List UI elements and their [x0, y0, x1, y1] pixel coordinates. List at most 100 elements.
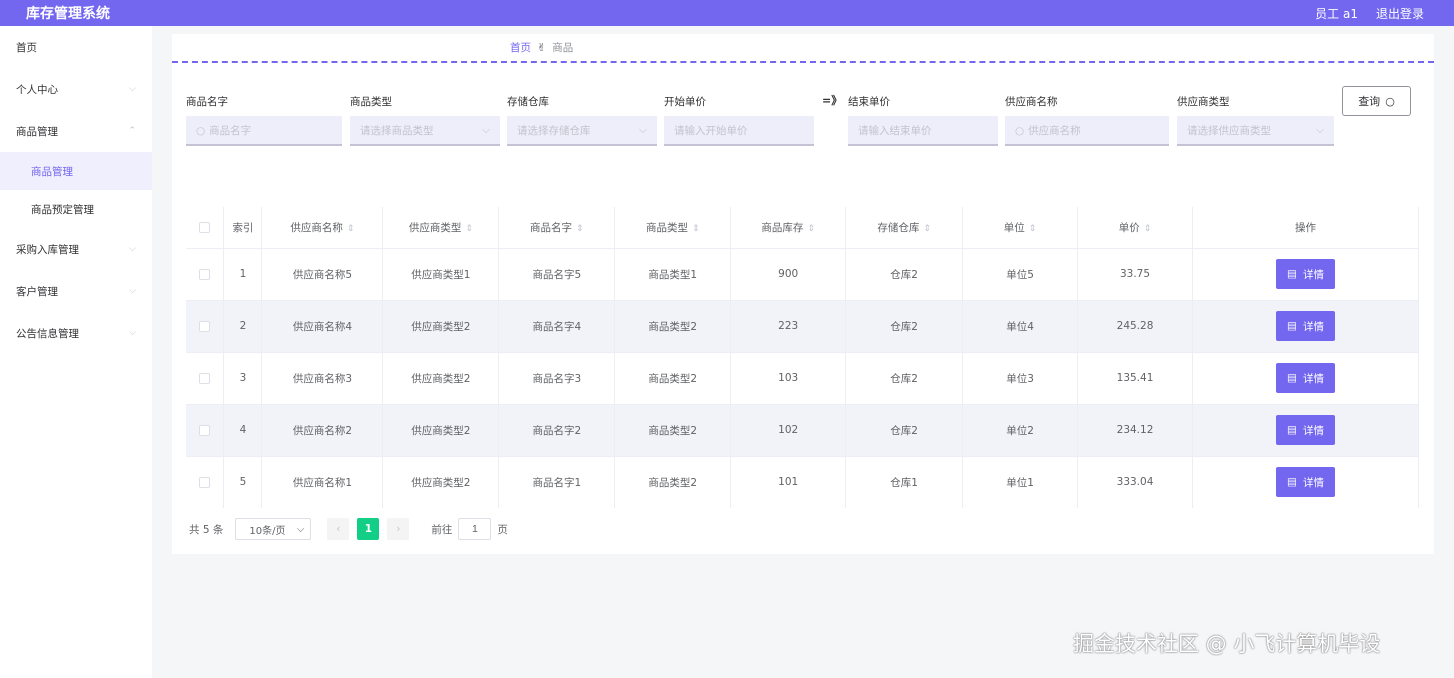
- supplier-name-input[interactable]: ○ 供应商名称: [1005, 116, 1169, 146]
- warehouse-label: 存储仓库: [507, 96, 549, 108]
- column-header-label: 供应商类型: [408, 221, 462, 234]
- user-name[interactable]: 员工 a1: [1315, 5, 1358, 22]
- row-checkbox[interactable]: [186, 299, 225, 352]
- goto-page-input[interactable]: [458, 518, 492, 540]
- column-header[interactable]: 供应商类型 ⇕: [382, 207, 500, 248]
- cell-unit: 单位4: [962, 299, 1079, 352]
- end-price-placeholder: 请输入结束单价: [858, 124, 932, 137]
- product-type-select[interactable]: 请选择商品类型 ⌵: [350, 116, 500, 146]
- supplier-name-label: 供应商名称: [1005, 96, 1058, 108]
- chevron-down-icon: ⌵: [129, 286, 136, 296]
- row-checkbox[interactable]: [186, 351, 225, 404]
- chevron-down-icon: ⌵: [296, 523, 305, 535]
- sidebar-item-customer-management[interactable]: 客户管理 ⌵: [0, 270, 152, 312]
- checkbox-icon: [199, 476, 211, 488]
- start-price-input[interactable]: 请输入开始单价: [664, 116, 814, 146]
- cell-supplier-name: 供应商名称4: [261, 299, 384, 352]
- checkbox-icon: [199, 372, 211, 384]
- cell-actions: ▤ 详情: [1192, 351, 1419, 404]
- sidebar-item-personal-center[interactable]: 个人中心 ⌵: [0, 68, 152, 110]
- query-button[interactable]: 查询 ○: [1342, 86, 1411, 116]
- cell-actions: ▤ 详情: [1192, 403, 1419, 456]
- detail-label: 详情: [1302, 320, 1324, 333]
- sort-icon[interactable]: ⇕: [923, 224, 931, 234]
- breadcrumb-home[interactable]: 首页: [510, 40, 531, 55]
- column-header[interactable]: 商品库存 ⇕: [730, 207, 847, 248]
- column-header[interactable]: 商品名字 ⇕: [498, 207, 616, 248]
- detail-button[interactable]: ▤ 详情: [1276, 259, 1335, 289]
- sort-icon[interactable]: ⇕: [1029, 224, 1037, 234]
- detail-button[interactable]: ▤ 详情: [1276, 363, 1335, 393]
- checkbox-icon: [199, 320, 211, 332]
- detail-button[interactable]: ▤ 详情: [1276, 311, 1335, 341]
- cell-actions: ▤ 详情: [1192, 299, 1419, 352]
- start-price-label: 开始单价: [664, 96, 706, 108]
- cell-price: 333.04: [1077, 455, 1193, 508]
- sidebar-item-home[interactable]: 首页: [0, 26, 152, 68]
- column-header-label: 操作: [1295, 221, 1316, 234]
- cell-supplier-name: 供应商名称1: [261, 455, 384, 508]
- cell-supplier-name: 供应商名称3: [261, 351, 384, 404]
- sort-icon[interactable]: ⇕: [576, 224, 584, 234]
- product-type-placeholder: 请选择商品类型: [360, 124, 434, 137]
- column-header[interactable]: 存储仓库 ⇕: [845, 207, 964, 248]
- chevron-up-icon: ⌃: [128, 126, 136, 136]
- supplier-type-select[interactable]: 请选择供应商类型 ⌵: [1177, 116, 1334, 146]
- sort-icon[interactable]: ⇕: [1144, 224, 1152, 234]
- cell-stock: 900: [730, 247, 847, 300]
- sidebar-item-purchase-stock-in[interactable]: 采购入库管理 ⌵: [0, 228, 152, 270]
- sidebar-subitem-product-reservation[interactable]: 商品预定管理: [0, 190, 152, 228]
- column-header[interactable]: 单价 ⇕: [1077, 207, 1193, 248]
- detail-button[interactable]: ▤ 详情: [1276, 415, 1335, 445]
- warehouse-select[interactable]: 请选择存储仓库 ⌵: [507, 116, 657, 146]
- column-header-label: 单位: [1003, 221, 1025, 234]
- chevron-right-icon: ›: [396, 523, 401, 535]
- sidebar-item-label: 商品管理: [31, 165, 73, 178]
- sidebar-item-announcement[interactable]: 公告信息管理 ⌵: [0, 312, 152, 354]
- sidebar-item-label: 商品管理: [16, 125, 58, 138]
- sort-icon[interactable]: ⇕: [692, 224, 700, 234]
- sidebar-item-label: 商品预定管理: [31, 203, 94, 216]
- checkbox-icon: [199, 424, 211, 436]
- cell-warehouse: 仓库2: [845, 299, 964, 352]
- column-header[interactable]: 单位 ⇕: [962, 207, 1079, 248]
- table-row: 4 供应商名称2 供应商类型2 商品名字2 商品类型2 102 仓库2 单位2 …: [186, 403, 1419, 456]
- select-all-checkbox[interactable]: [186, 207, 225, 248]
- sidebar-item-label: 客户管理: [16, 285, 58, 298]
- page-size-select[interactable]: 10条/页 ⌵: [235, 518, 312, 540]
- next-page-button[interactable]: ›: [387, 518, 410, 540]
- row-checkbox[interactable]: [186, 455, 225, 508]
- sidebar-subitem-product-management[interactable]: 商品管理: [0, 152, 152, 190]
- page-number-current[interactable]: 1: [357, 518, 380, 540]
- sort-icon[interactable]: ⇕: [465, 224, 473, 234]
- cell-stock: 223: [730, 299, 847, 352]
- cell-product-name: 商品名字5: [498, 247, 616, 300]
- prev-page-button[interactable]: ‹: [327, 518, 350, 540]
- row-checkbox[interactable]: [186, 403, 225, 456]
- chevron-down-icon: ⌵: [1316, 123, 1324, 136]
- detail-button[interactable]: ▤ 详情: [1276, 467, 1335, 498]
- logout-link[interactable]: 退出登录: [1376, 5, 1424, 22]
- column-header[interactable]: 供应商名称 ⇕: [261, 207, 384, 248]
- end-price-input[interactable]: 请输入结束单价: [848, 116, 998, 146]
- product-name-label: 商品名字: [186, 96, 228, 108]
- cell-actions: ▤ 详情: [1192, 455, 1419, 508]
- main-panel: 首页 ✌ 商品 商品名字 商品类型 存储仓库 开始单价 =》 结束单价 供应商名…: [172, 34, 1434, 554]
- search-icon: ○: [1385, 94, 1395, 108]
- app-title: 库存管理系统: [26, 6, 110, 22]
- sidebar-item-product-management[interactable]: 商品管理 ⌃: [0, 110, 152, 152]
- cell-product-type: 商品类型2: [614, 455, 732, 508]
- column-header-label: 索引: [232, 221, 254, 234]
- sort-icon[interactable]: ⇕: [807, 224, 815, 234]
- product-name-input[interactable]: ○ 商品名字: [186, 116, 342, 146]
- cell-stock: 103: [730, 351, 847, 404]
- sidebar-item-label: 采购入库管理: [16, 243, 79, 256]
- cell-unit: 单位2: [962, 403, 1079, 456]
- column-header[interactable]: 商品类型 ⇕: [614, 207, 732, 248]
- cell-warehouse: 仓库2: [845, 351, 964, 404]
- column-header-label: 商品名字: [530, 221, 573, 234]
- sort-icon[interactable]: ⇕: [347, 224, 355, 234]
- row-checkbox[interactable]: [186, 247, 225, 300]
- table-header: 索引 供应商名称 ⇕ 供应商类型 ⇕ 商品名字 ⇕ 商品类型 ⇕ 商品库存 ⇕ 存储仓库 ⇕…: [186, 207, 1419, 248]
- top-bar: 库存管理系统 员工 a1 退出登录: [0, 0, 1454, 26]
